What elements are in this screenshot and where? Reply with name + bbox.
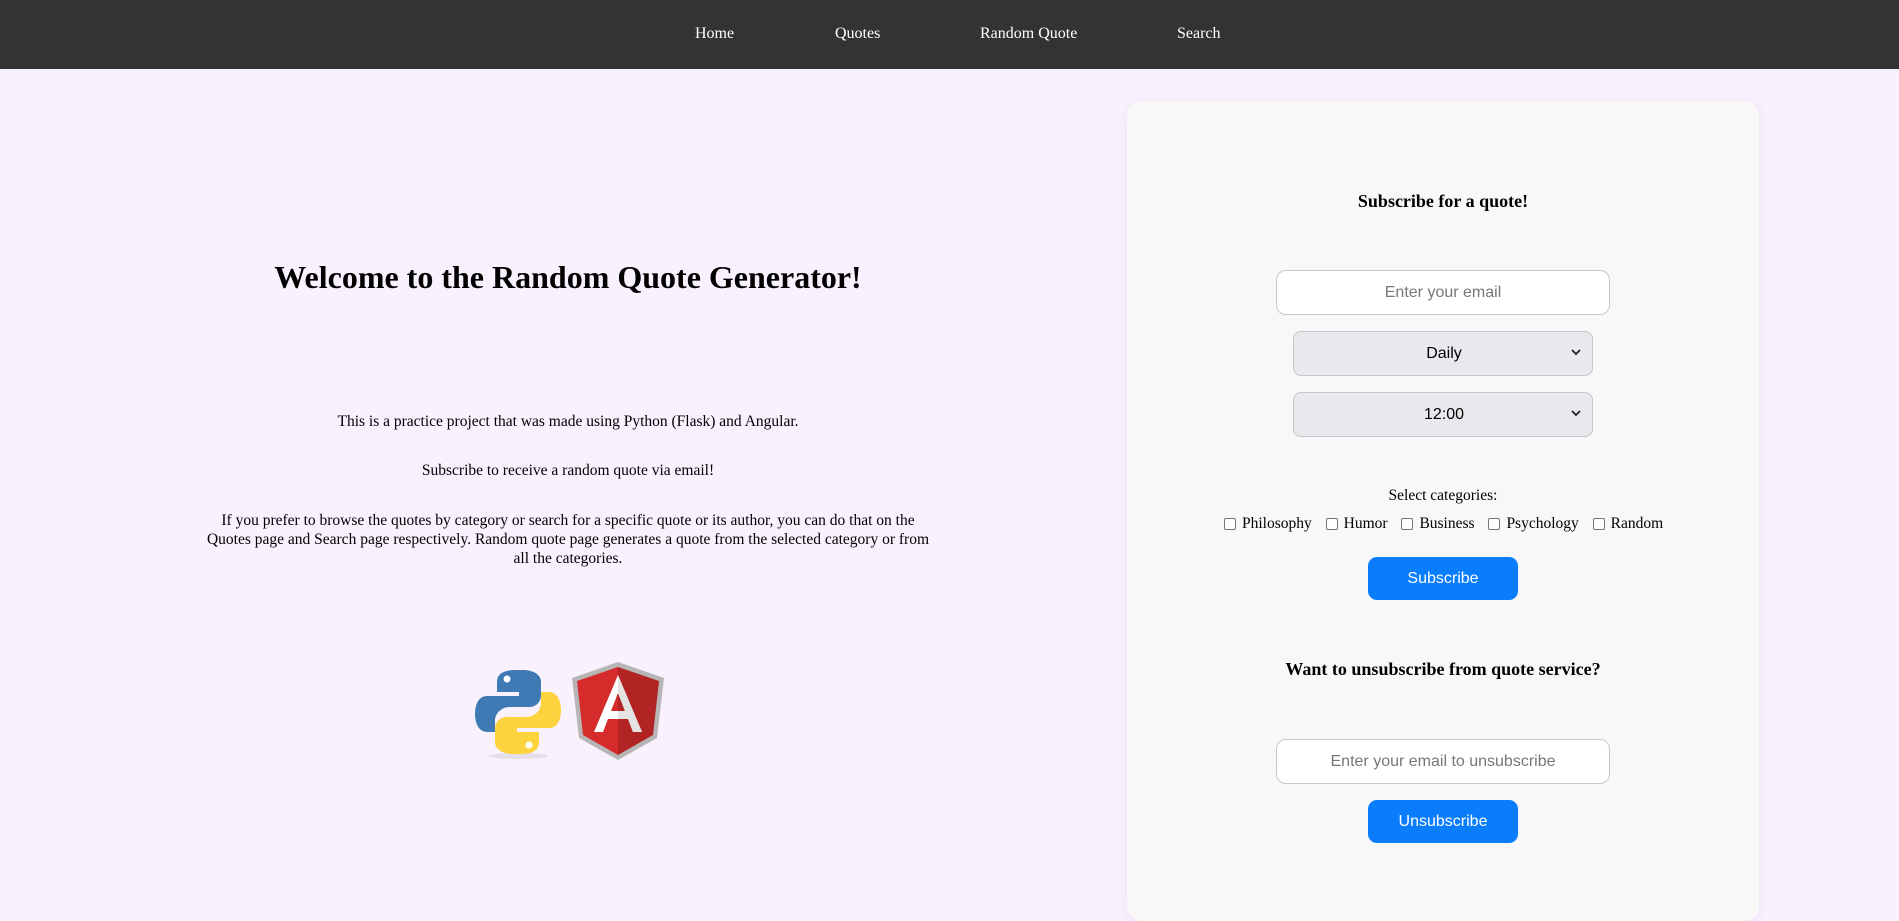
subscribe-heading: Subscribe for a quote! xyxy=(1357,191,1529,211)
intro-paragraph-subscribe: Subscribe to receive a random quote via … xyxy=(421,462,715,479)
chevron-down-icon xyxy=(1571,349,1581,356)
unsubscribe-email-input[interactable] xyxy=(1276,739,1610,784)
category-psychology-option[interactable]: Psychology xyxy=(1488,514,1579,534)
navbar: Home Quotes Random Quote Search xyxy=(0,0,1899,69)
intro-paragraph-tech: This is a practice project that was made… xyxy=(337,413,799,430)
categories-checkbox-group: Philosophy Humor Business Psychology Ran… xyxy=(1224,514,1673,536)
subscribe-email-input[interactable] xyxy=(1276,270,1610,315)
category-label: Random xyxy=(1610,515,1664,532)
python-logo xyxy=(475,670,561,759)
subscription-card: Subscribe for a quote! Daily 12:00 Selec… xyxy=(1127,101,1759,921)
nav-search-link[interactable]: Search xyxy=(1177,24,1221,44)
category-label: Psychology xyxy=(1506,515,1579,532)
nav-random-quote-link[interactable]: Random Quote xyxy=(980,24,1077,44)
chevron-down-icon xyxy=(1571,410,1581,417)
category-label: Philosophy xyxy=(1242,515,1312,532)
business-checkbox[interactable] xyxy=(1401,518,1414,530)
category-philosophy-option[interactable]: Philosophy xyxy=(1224,514,1312,534)
category-business-option[interactable]: Business xyxy=(1401,514,1475,534)
angular-logo xyxy=(572,662,664,760)
subscribe-button[interactable]: Subscribe xyxy=(1368,557,1518,600)
nav-home-link[interactable]: Home xyxy=(695,24,734,44)
nav-quotes-link[interactable]: Quotes xyxy=(835,24,880,44)
category-humor-option[interactable]: Humor xyxy=(1325,514,1388,534)
page-title: Welcome to the Random Quote Generator! xyxy=(274,259,862,295)
psychology-checkbox[interactable] xyxy=(1488,518,1501,530)
philosophy-checkbox[interactable] xyxy=(1224,518,1236,530)
tech-logos xyxy=(475,660,675,766)
category-label: Humor xyxy=(1343,515,1388,532)
frequency-select[interactable]: Daily xyxy=(1293,331,1593,376)
category-random-option[interactable]: Random xyxy=(1592,514,1664,534)
intro-paragraph-browse: If you prefer to browse the quotes by ca… xyxy=(206,512,930,567)
unsubscribe-heading: Want to unsubscribe from quote service? xyxy=(1285,659,1601,679)
unsubscribe-button[interactable]: Unsubscribe xyxy=(1368,800,1518,843)
time-select-value: 12:00 xyxy=(1423,406,1465,423)
categories-label: Select categories: xyxy=(1388,487,1498,504)
random-checkbox[interactable] xyxy=(1592,518,1605,530)
humor-checkbox[interactable] xyxy=(1325,518,1338,530)
time-select[interactable]: 12:00 xyxy=(1293,392,1593,437)
intro-section: Welcome to the Random Quote Generator! T… xyxy=(0,69,1136,901)
frequency-select-value: Daily xyxy=(1426,345,1462,362)
category-label: Business xyxy=(1419,515,1475,532)
